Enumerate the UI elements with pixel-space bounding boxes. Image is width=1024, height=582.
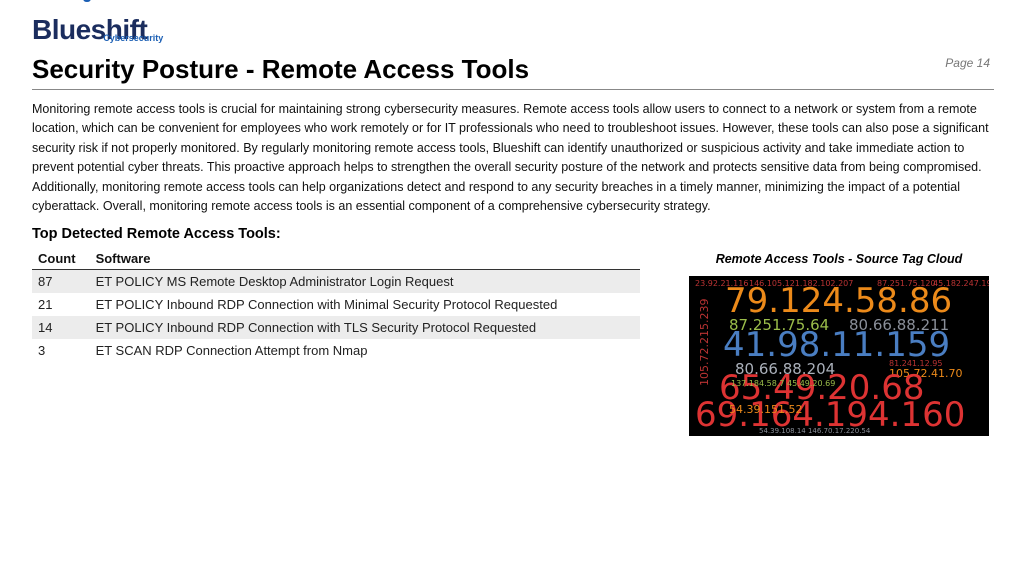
cloud-ip: 105.72.215.239	[699, 299, 710, 386]
intro-paragraph: Monitoring remote access tools is crucia…	[32, 100, 994, 216]
col-header-count: Count	[32, 248, 90, 270]
cell-software: ET SCAN RDP Connection Attempt from Nmap	[90, 339, 640, 362]
cell-count: 3	[32, 339, 90, 362]
table-row: 21 ET POLICY Inbound RDP Connection with…	[32, 293, 640, 316]
remote-access-table: Count Software 87 ET POLICY MS Remote De…	[32, 248, 640, 362]
report-page: Blueshift Cybersecurity Page 14 Security…	[0, 0, 1024, 456]
cell-count: 21	[32, 293, 90, 316]
page-title: Security Posture - Remote Access Tools	[32, 54, 994, 90]
brand-logo: Blueshift Cybersecurity	[32, 14, 994, 46]
tagcloud-column: Remote Access Tools - Source Tag Cloud 2…	[684, 248, 994, 436]
cell-count: 14	[32, 316, 90, 339]
col-header-software: Software	[90, 248, 640, 270]
cloud-ip: 54.39.151.52	[729, 404, 802, 415]
cloud-ip: 54.39.108.14 146.70.17.220.54	[759, 428, 870, 435]
table-row: 14 ET POLICY Inbound RDP Connection with…	[32, 316, 640, 339]
cell-software: ET POLICY MS Remote Desktop Administrato…	[90, 270, 640, 294]
section-subhead: Top Detected Remote Access Tools:	[32, 226, 994, 242]
logo-subtext: Cybersecurity	[103, 33, 163, 43]
source-tag-cloud: 23.92.21.116 146.105.121.182.102.207 87.…	[689, 276, 989, 436]
page-number: Page 14	[945, 56, 990, 70]
table-column: Count Software 87 ET POLICY MS Remote De…	[32, 248, 640, 362]
table-row: 3 ET SCAN RDP Connection Attempt from Nm…	[32, 339, 640, 362]
content-columns: Count Software 87 ET POLICY MS Remote De…	[32, 248, 994, 436]
cloud-ip: 41.98.11.159	[723, 328, 950, 362]
cell-count: 87	[32, 270, 90, 294]
cell-software: ET POLICY Inbound RDP Connection with Mi…	[90, 293, 640, 316]
logo-dot-icon	[83, 0, 91, 2]
cloud-ip: 137.184.58.7 45.49.20.69	[731, 380, 835, 388]
cloud-ip: 79.124.58.86	[725, 284, 952, 318]
table-row: 87 ET POLICY MS Remote Desktop Administr…	[32, 270, 640, 294]
tagcloud-caption: Remote Access Tools - Source Tag Cloud	[684, 252, 994, 266]
cell-software: ET POLICY Inbound RDP Connection with TL…	[90, 316, 640, 339]
